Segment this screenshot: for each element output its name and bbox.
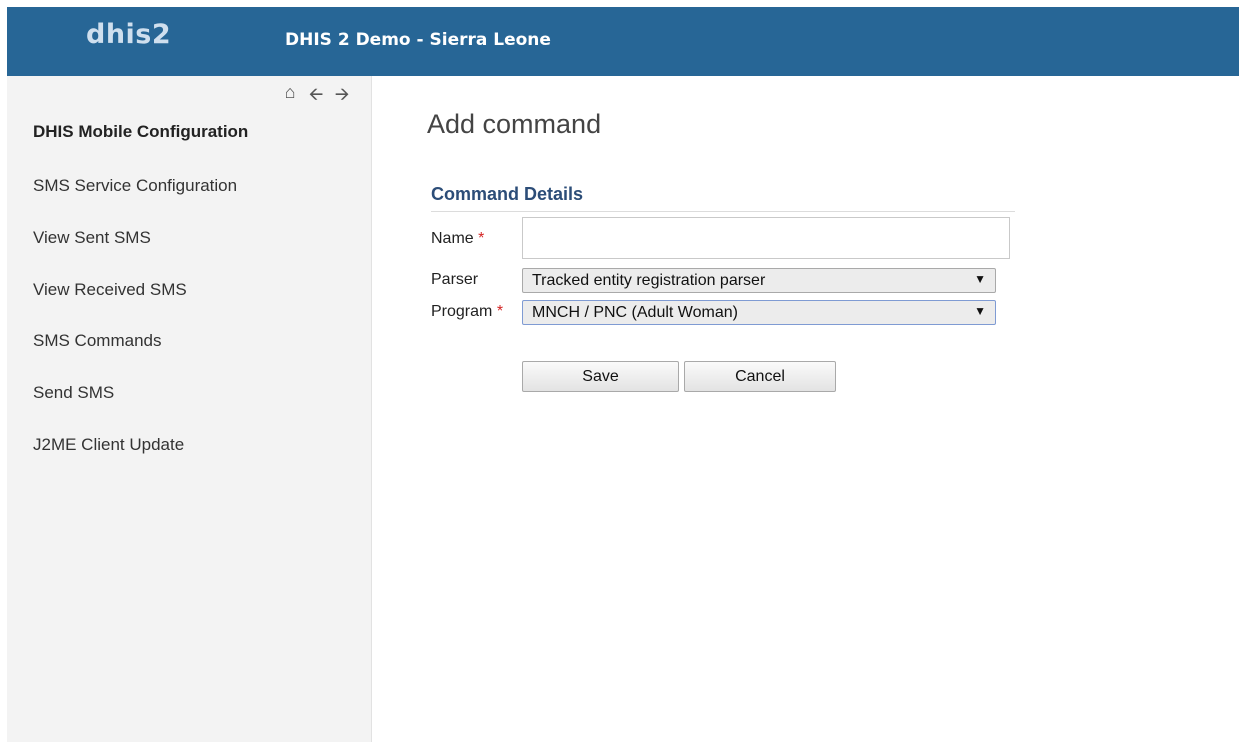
sidebar-item-view-received-sms[interactable]: View Received SMS (33, 280, 187, 300)
arrow-right-icon[interactable]: 🡪 (332, 82, 352, 112)
sidebar-item-view-sent-sms[interactable]: View Sent SMS (33, 228, 151, 248)
sidebar-item-dhis-mobile-configuration[interactable]: DHIS Mobile Configuration (33, 122, 248, 142)
sidebar-item-sms-commands[interactable]: SMS Commands (33, 331, 161, 351)
sidebar: ⌂ 🡨 🡪 DHIS Mobile Configuration SMS Serv… (7, 76, 372, 742)
parser-label: Parser (431, 271, 479, 288)
section-title: Command Details (431, 184, 584, 204)
parser-select[interactable]: Tracked entity registration parser ▼ (522, 268, 996, 293)
sidebar-item-j2me-client-update[interactable]: J2ME Client Update (33, 435, 184, 455)
name-label-text: Name (431, 230, 474, 247)
program-label: Program * (431, 303, 503, 321)
sidebar-item-sms-service-configuration[interactable]: SMS Service Configuration (33, 176, 237, 196)
section-divider (431, 211, 1015, 212)
program-selected-value: MNCH / PNC (Adult Woman) (532, 303, 738, 321)
program-select[interactable]: MNCH / PNC (Adult Woman) ▼ (522, 300, 996, 325)
required-mark: * (496, 303, 504, 320)
save-button[interactable]: Save (522, 361, 679, 392)
page-title: Add command (427, 109, 602, 139)
parser-selected-value: Tracked entity registration parser (532, 271, 766, 289)
dhis2-logo[interactable]: dhis2 (86, 19, 171, 50)
sidebar-item-send-sms[interactable]: Send SMS (33, 383, 114, 403)
app-title: DHIS 2 Demo - Sierra Leone (285, 30, 551, 50)
cancel-button[interactable]: Cancel (684, 361, 836, 392)
top-header: dhis2 DHIS 2 Demo - Sierra Leone (7, 7, 1239, 76)
name-label: Name * (431, 230, 484, 248)
name-input[interactable] (522, 217, 1010, 259)
arrow-left-icon[interactable]: 🡨 (306, 82, 326, 112)
dropdown-arrow-icon: ▼ (974, 304, 986, 318)
dropdown-arrow-icon: ▼ (974, 272, 986, 286)
program-label-text: Program (431, 303, 493, 320)
nav-icons: ⌂ 🡨 🡪 (280, 82, 352, 112)
home-icon[interactable]: ⌂ (280, 82, 300, 112)
required-mark: * (478, 230, 485, 247)
